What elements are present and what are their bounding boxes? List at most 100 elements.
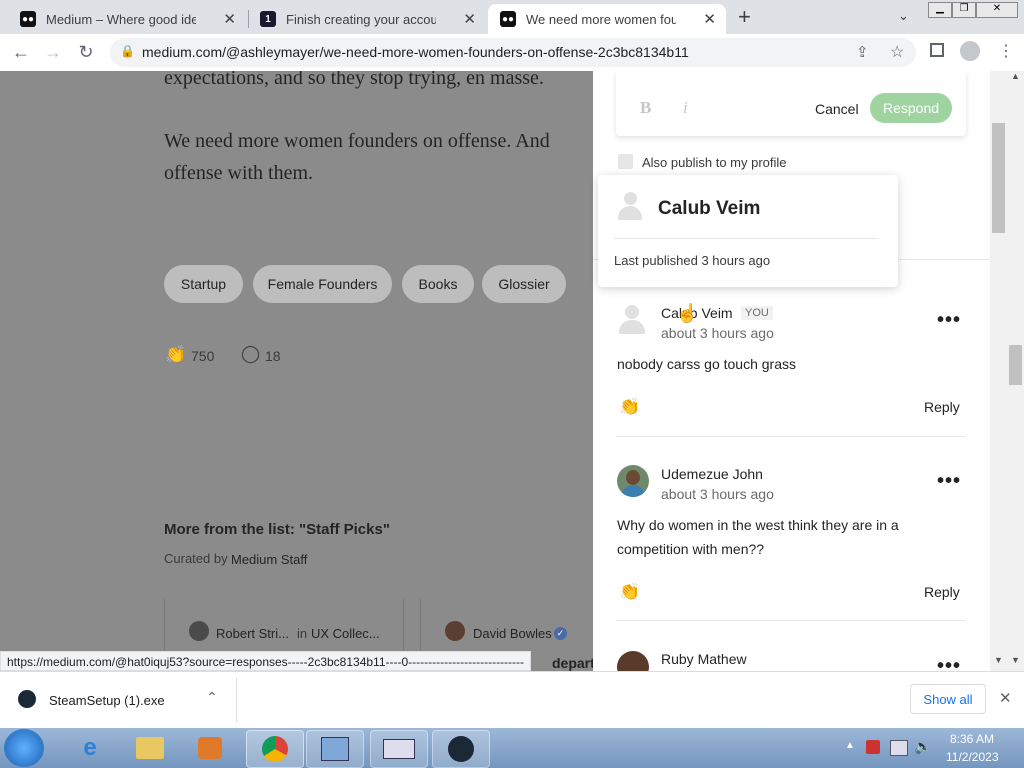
comment-text: competition with men?? [617, 541, 765, 557]
internet-explorer-icon[interactable]: e [62, 730, 118, 766]
clap-icon[interactable]: 👏 [165, 345, 186, 365]
publish-label: Also publish to my profile [642, 155, 787, 170]
avatar[interactable] [445, 621, 465, 641]
address-bar[interactable]: 🔒 medium.com/@ashleymayer/we-need-more-w… [110, 38, 916, 67]
close-download-bar-icon[interactable]: ✕ [999, 689, 1012, 707]
clock-time[interactable]: 8:36 AM [950, 732, 994, 746]
avatar[interactable] [617, 465, 649, 497]
panel-scrollbar[interactable]: ▼ [990, 71, 1007, 671]
card-author[interactable]: Robert Stri... [216, 626, 289, 641]
tab-finish-account[interactable]: 1 Finish creating your account on Medium… [248, 4, 486, 34]
avatar[interactable] [616, 191, 644, 223]
forward-arrow-icon[interactable]: → [42, 42, 64, 63]
show-all-button[interactable]: Show all [910, 684, 986, 714]
volume-icon[interactable]: 🔈 [914, 738, 931, 755]
comment-author[interactable]: Udemezue John [661, 466, 763, 482]
reload-icon[interactable]: ↻ [75, 42, 97, 63]
reply-button[interactable]: Reply [924, 399, 960, 415]
card-title-partial: depart [552, 655, 593, 671]
clap-icon[interactable]: 👏 [619, 582, 640, 602]
tag-startup[interactable]: Startup [164, 265, 243, 303]
curator-link[interactable]: Medium Staff [231, 552, 307, 567]
bookmark-star-icon[interactable]: ☆ [890, 42, 904, 62]
italic-button[interactable]: i [683, 98, 688, 118]
share-icon[interactable]: ⇪ [856, 43, 869, 61]
avatar[interactable] [617, 303, 647, 335]
show-hidden-icons-icon[interactable]: ▲ [845, 740, 855, 751]
file-explorer-icon[interactable] [122, 730, 178, 766]
media-player-icon[interactable] [182, 730, 238, 766]
tag-books[interactable]: Books [402, 265, 474, 303]
avatar[interactable] [617, 651, 649, 671]
comment-time[interactable]: about 3 hours ago [661, 325, 774, 341]
scroll-up-icon[interactable]: ▲ [1011, 71, 1020, 81]
windows-taskbar: e ▲ 🔈 8:36 AM 11/2/2023 [0, 728, 1024, 768]
avatar[interactable] [189, 621, 209, 641]
on-screen-keyboard-icon[interactable] [370, 730, 428, 768]
tab-medium-home[interactable]: ●● Medium – Where good ideas find you ✕ [8, 4, 246, 34]
tab-search-icon[interactable]: ⌄ [898, 8, 909, 24]
download-filename[interactable]: SteamSetup (1).exe [49, 693, 165, 708]
publish-checkbox[interactable] [618, 154, 633, 169]
status-url-tooltip: https://medium.com/@hat0iquj53?source=re… [0, 651, 532, 671]
scroll-down-icon[interactable]: ▼ [994, 655, 1003, 665]
profile-avatar-icon[interactable] [960, 41, 980, 61]
card-author[interactable]: David Bowles [473, 626, 552, 641]
page-scrollbar[interactable]: ▲ ▼ [1007, 71, 1024, 671]
tab-strip: ●● Medium – Where good ideas find you ✕ … [0, 0, 1024, 34]
reply-button[interactable]: Reply [924, 584, 960, 600]
scroll-down-icon[interactable]: ▼ [1011, 655, 1020, 665]
lock-icon: 🔒 [120, 44, 135, 58]
restore-window-icon[interactable]: ❐ [952, 2, 976, 18]
control-panel-icon[interactable] [306, 730, 364, 768]
curated-by-label: Curated by [164, 551, 228, 566]
url-text: medium.com/@ashleymayer/we-need-more-wom… [142, 44, 689, 60]
more-options-icon[interactable]: ••• [937, 655, 961, 671]
more-options-icon[interactable]: ••• [937, 470, 961, 493]
article-paragraph-line: offense with them. [164, 162, 314, 184]
chrome-icon[interactable] [246, 730, 304, 768]
comment-text: nobody carss go touch grass [617, 356, 796, 372]
article-body: expectations, and so they stop trying, e… [0, 71, 593, 671]
tab-women-founders[interactable]: ●● We need more women founders on offens… [488, 4, 726, 34]
menu-kebab-icon[interactable]: ⋮ [998, 41, 1014, 61]
tab-title: Medium – Where good ideas find you [46, 11, 196, 27]
steam-icon[interactable] [432, 730, 490, 768]
card-publication[interactable]: UX Collec... [311, 626, 380, 641]
start-button[interactable] [4, 729, 44, 767]
cancel-button[interactable]: Cancel [815, 101, 859, 117]
list-heading: More from the list: "Staff Picks" [164, 521, 390, 538]
network-icon[interactable] [890, 740, 908, 756]
action-center-icon[interactable] [866, 740, 880, 754]
more-options-icon[interactable]: ••• [937, 309, 961, 332]
close-window-icon[interactable]: ✕ [976, 2, 1018, 18]
close-tab-icon[interactable]: ✕ [703, 10, 716, 28]
chevron-up-icon[interactable]: ⌃ [206, 689, 218, 706]
back-arrow-icon[interactable]: ← [10, 42, 32, 63]
divider [614, 238, 878, 239]
tag-female-founders[interactable]: Female Founders [253, 265, 392, 303]
scrollbar-thumb[interactable] [992, 123, 1005, 233]
divider [236, 678, 237, 722]
response-editor: B i Cancel Respond [616, 71, 966, 136]
scrollbar-thumb[interactable] [1009, 345, 1022, 385]
close-tab-icon[interactable]: ✕ [223, 10, 236, 28]
medium-logo-icon: ●● [20, 11, 36, 27]
last-published: Last published 3 hours ago [614, 253, 771, 268]
new-tab-button[interactable]: + [738, 4, 751, 30]
minimize-window-icon[interactable]: ▁ [928, 2, 952, 18]
divider [617, 620, 966, 621]
popup-author-name[interactable]: Calub Veim [658, 198, 760, 220]
medium-logo-icon: ●● [500, 11, 516, 27]
comment-time[interactable]: about 3 hours ago [661, 486, 774, 502]
respond-button[interactable]: Respond [870, 93, 952, 123]
side-panel-icon[interactable] [930, 43, 944, 57]
clock-date[interactable]: 11/2/2023 [946, 750, 999, 764]
author-hover-card: Calub Veim Last published 3 hours ago [598, 175, 898, 287]
clap-icon[interactable]: 👏 [619, 397, 640, 417]
bold-button[interactable]: B [640, 98, 651, 118]
close-tab-icon[interactable]: ✕ [463, 10, 476, 28]
comment-bubble-icon[interactable]: ◯ [241, 344, 260, 364]
comment-author[interactable]: Ruby Mathew [661, 651, 747, 667]
tag-glossier[interactable]: Glossier [482, 265, 566, 303]
